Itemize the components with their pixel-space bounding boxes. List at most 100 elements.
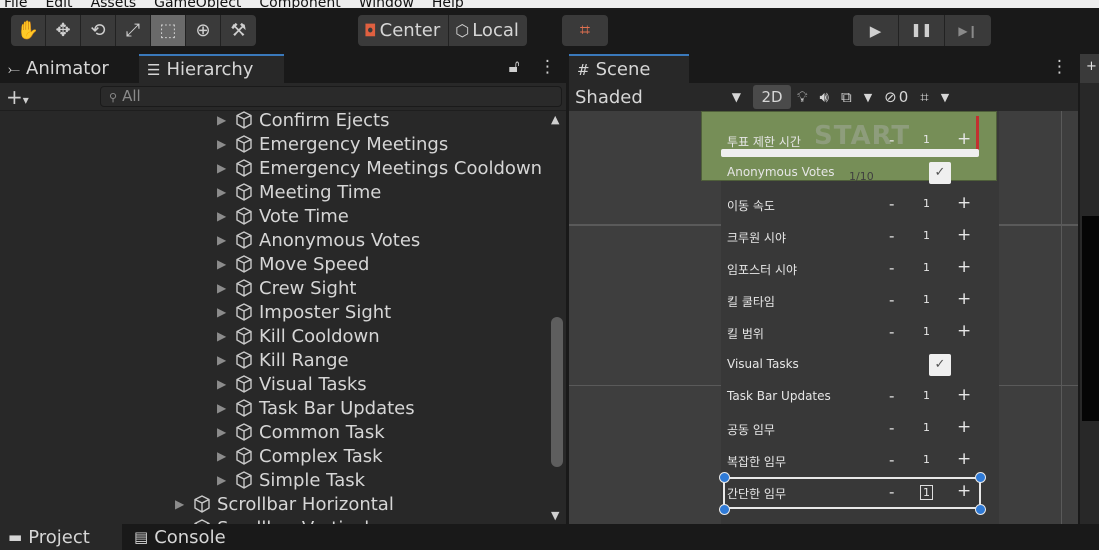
hand-tool-button[interactable]: ✋ [11, 15, 46, 46]
decrement-button[interactable]: - [889, 451, 894, 469]
resize-handle[interactable] [719, 472, 730, 483]
scale-tool-button[interactable]: ⤢ [116, 15, 151, 46]
lighting-toggle[interactable]: 💡︎ [791, 85, 814, 109]
decrement-button[interactable]: - [889, 259, 894, 277]
custom-tool-button[interactable]: ⚒ [221, 15, 256, 46]
increment-button[interactable]: + [957, 449, 971, 469]
hierarchy-item[interactable]: ▶ Kill Cooldown [217, 324, 380, 348]
expand-arrow-icon[interactable]: ▶ [217, 305, 234, 319]
pivot-center-button[interactable]: ◘ Center [358, 15, 450, 46]
expand-arrow-icon[interactable]: ▶ [217, 185, 234, 199]
expand-arrow-icon[interactable]: ▶ [217, 257, 234, 271]
hierarchy-item[interactable]: ▶ Kill Range [217, 348, 349, 372]
step-button[interactable]: ▶❙ [945, 15, 991, 46]
toggle-2d-button[interactable]: 2D [753, 85, 791, 109]
tab-project[interactable]: ▬ Project [0, 524, 122, 550]
rotate-tool-button[interactable]: ⟲ [81, 15, 116, 46]
hidden-objects-toggle[interactable]: ⊘ 0 [878, 85, 914, 109]
scroll-down-icon[interactable]: ▼ [551, 509, 559, 522]
selection-rect[interactable] [723, 477, 981, 509]
tab-animator[interactable]: ⤚ Animator [0, 54, 138, 83]
lock-icon[interactable]: 🔓︎ [509, 57, 520, 77]
space-local-button[interactable]: ⬡ Local [449, 15, 527, 46]
create-dropdown-button[interactable]: +▾ [6, 85, 29, 109]
rect-tool-button[interactable]: ⬚ [151, 15, 186, 46]
hierarchy-item[interactable]: ▶ Scrollbar Horizontal [175, 492, 394, 516]
grid-toggle[interactable]: ⌗ [914, 85, 934, 109]
grid-snap-button[interactable]: ⌗ [562, 15, 608, 46]
expand-arrow-icon[interactable]: ▶ [217, 425, 234, 439]
pause-button[interactable]: ❚❚ [899, 15, 945, 46]
increment-button[interactable]: + [957, 417, 971, 437]
expand-arrow-icon[interactable]: ▶ [217, 233, 234, 247]
expand-arrow-icon[interactable]: ▶ [217, 401, 234, 415]
hierarchy-item[interactable]: ▶ Crew Sight [217, 276, 356, 300]
hierarchy-search-input[interactable]: ⚲ All [100, 86, 562, 107]
tab-scene[interactable]: # Scene [569, 54, 689, 83]
decrement-button[interactable]: - [889, 195, 894, 213]
menu-item-file[interactable]: File [0, 0, 27, 8]
hierarchy-item[interactable]: ▶ Meeting Time [217, 180, 381, 204]
hierarchy-scrollbar[interactable]: ▲ ▼ [548, 111, 566, 524]
toggle-checkbox[interactable]: ✓ [929, 354, 951, 376]
hierarchy-item[interactable]: ▶ Visual Tasks [217, 372, 367, 396]
hierarchy-item[interactable]: ▶ Complex Task [217, 444, 383, 468]
decrement-button[interactable]: - [889, 419, 894, 437]
increment-button[interactable]: + [957, 289, 971, 309]
move-tool-button[interactable]: ✥ [46, 15, 81, 46]
effects-toggle[interactable]: ⧉ [835, 85, 858, 109]
hierarchy-item[interactable]: ▶ Move Speed [217, 252, 369, 276]
hierarchy-item[interactable]: ▶ Simple Task [217, 468, 365, 492]
expand-arrow-icon[interactable]: ▶ [217, 137, 234, 151]
resize-handle[interactable] [719, 504, 730, 515]
hierarchy-item[interactable]: ▶Scrollbar Vertical [175, 516, 369, 524]
expand-arrow-icon[interactable]: ▶ [217, 473, 234, 487]
transform-tool-button[interactable]: ⊕ [186, 15, 221, 46]
decrement-button[interactable]: - [889, 323, 894, 341]
increment-button[interactable]: + [957, 385, 971, 405]
decrement-button[interactable]: - [889, 387, 894, 405]
increment-button[interactable]: + [957, 129, 971, 149]
decrement-button[interactable]: - [889, 291, 894, 309]
menu-item-edit[interactable]: Edit [41, 0, 72, 8]
increment-button[interactable]: + [957, 321, 971, 341]
resize-handle[interactable] [975, 472, 986, 483]
expand-arrow-icon[interactable]: ▶ [217, 281, 234, 295]
hierarchy-item[interactable]: ▶ Confirm Ejects [217, 111, 389, 132]
menu-item-assets[interactable]: Assets [87, 0, 137, 8]
expand-arrow-icon[interactable]: ▶ [217, 209, 234, 223]
decrement-button[interactable]: - [889, 131, 894, 149]
effects-dropdown[interactable]: ▼ [858, 85, 878, 109]
menu-item-gameobject[interactable]: GameObject [150, 0, 241, 8]
menu-item-window[interactable]: Window [355, 0, 414, 8]
expand-arrow-icon[interactable]: ▶ [217, 449, 234, 463]
grid-dropdown[interactable]: ▼ [935, 85, 955, 109]
hierarchy-item[interactable]: ▶ Emergency Meetings [217, 132, 448, 156]
scroll-up-icon[interactable]: ▲ [551, 113, 559, 126]
toggle-checkbox[interactable]: ✓ [929, 162, 951, 184]
hierarchy-item[interactable]: ▶ Anonymous Votes [217, 228, 420, 252]
resize-handle[interactable] [975, 504, 986, 515]
expand-arrow-icon[interactable]: ▶ [175, 497, 192, 511]
menu-item-component[interactable]: Component [255, 0, 340, 8]
hierarchy-item[interactable]: ▶ Common Task [217, 420, 385, 444]
increment-button[interactable]: + [957, 193, 971, 213]
hierarchy-item[interactable]: ▶ Task Bar Updates [217, 396, 415, 420]
expand-arrow-icon[interactable]: ▶ [217, 161, 234, 175]
shading-mode-dropdown[interactable]: Shaded ▼ [569, 83, 749, 111]
scroll-thumb[interactable] [551, 317, 563, 467]
menu-item-help[interactable]: Help [428, 0, 464, 8]
decrement-button[interactable]: - [889, 227, 894, 245]
scene-viewport[interactable]: START 1/10 투표 제한 시간 -1 + Anonymous Votes ✓ 이동… [569, 111, 1078, 524]
kebab-menu-icon[interactable]: ⋮ [539, 57, 556, 77]
expand-arrow-icon[interactable]: ▶ [217, 113, 234, 127]
expand-arrow-icon[interactable]: ▶ [217, 353, 234, 367]
kebab-menu-icon[interactable]: ⋮ [1051, 57, 1068, 77]
expand-arrow-icon[interactable]: ▶ [217, 377, 234, 391]
hierarchy-item[interactable]: ▶ Imposter Sight [217, 300, 391, 324]
increment-button[interactable]: + [957, 225, 971, 245]
tab-console[interactable]: ▤ Console [126, 524, 256, 550]
increment-button[interactable]: + [957, 257, 971, 277]
plus-icon[interactable]: + [1080, 54, 1099, 83]
hierarchy-item[interactable]: ▶ Emergency Meetings Cooldown [217, 156, 542, 180]
